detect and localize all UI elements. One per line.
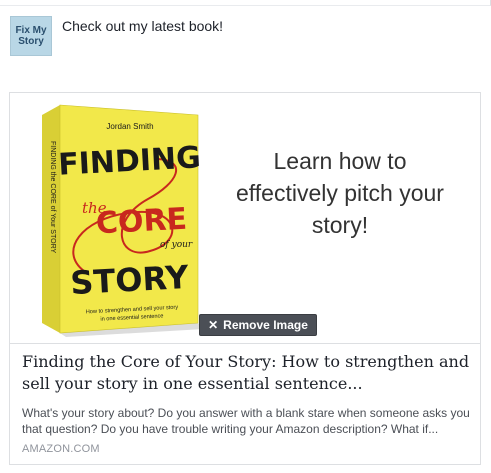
book-title-of-your: of your — [160, 240, 193, 250]
book-author: Jordan Smith — [106, 122, 153, 131]
avatar-text: Fix My Story — [15, 25, 47, 47]
link-description: What's your story about? Do you answer w… — [22, 406, 470, 436]
book-title-core: CORE — [95, 202, 188, 242]
book-title-finding: FINDING — [57, 140, 201, 182]
previous-post-edge — [0, 0, 491, 6]
avatar[interactable]: Fix My Story — [10, 16, 52, 56]
link-domain: AMAZON.COM — [22, 443, 100, 455]
close-icon: ✕ — [208, 318, 219, 332]
remove-image-label: Remove Image — [223, 318, 308, 332]
post-status-text[interactable]: Check out my latest book! — [62, 18, 223, 34]
link-title[interactable]: Finding the Core of Your Story: How to s… — [22, 351, 477, 395]
remove-image-button[interactable]: ✕ Remove Image — [199, 314, 317, 336]
image-tagline: Learn how to effectively pitch your stor… — [236, 148, 444, 238]
book-cover-image: FINDING the CORE of Your STORY Jordan Sm… — [42, 104, 204, 337]
link-preview-card[interactable]: FINDING the CORE of Your STORY Jordan Sm… — [9, 92, 481, 465]
book-title-story: STORY — [69, 258, 190, 302]
book-spine-text: FINDING the CORE of Your STORY — [49, 141, 56, 254]
link-preview-image[interactable]: FINDING the CORE of Your STORY Jordan Sm… — [10, 93, 480, 344]
